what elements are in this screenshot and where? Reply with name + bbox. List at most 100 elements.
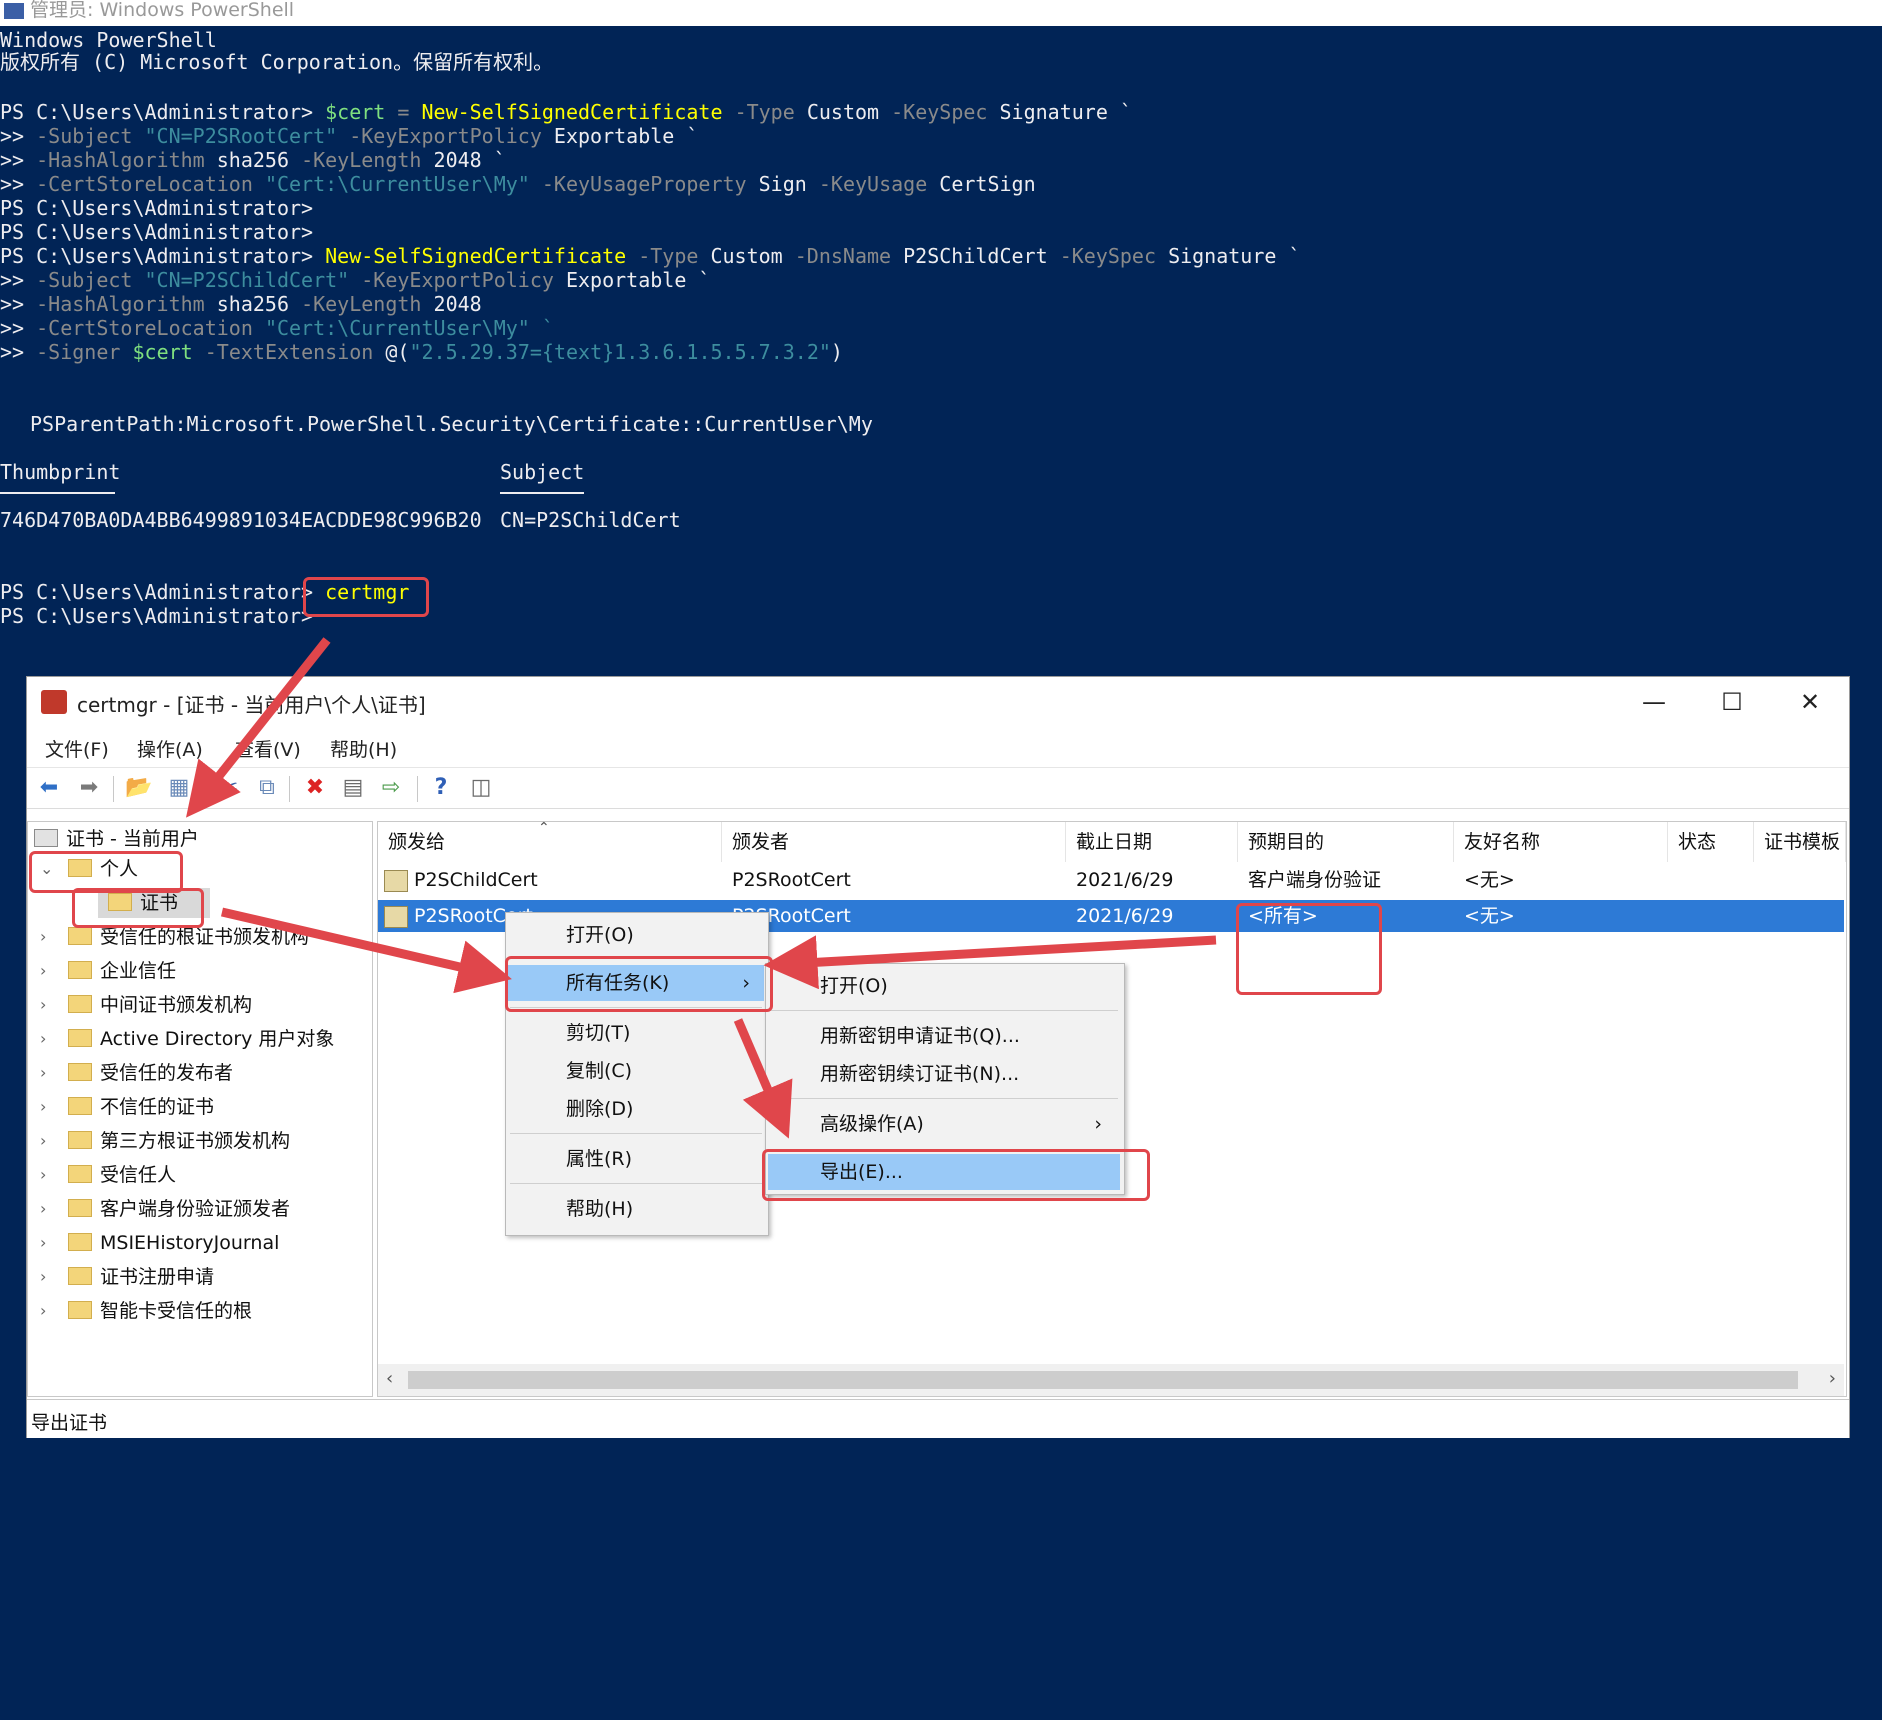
cell-friendly-name: <无>	[1464, 869, 1515, 891]
tree-item-trusted-publishers[interactable]: › 受信任的发布者	[40, 1058, 233, 1088]
submenu-item-request-new-key[interactable]: 用新密钥申请证书(Q)...	[768, 1018, 1120, 1054]
tree-item-label: 中间证书颁发机构	[100, 994, 253, 1016]
mmc-pane-icon[interactable]: ◫	[467, 774, 495, 802]
tree-item-label: 受信任的根证书颁发机构	[100, 926, 310, 948]
col-issued-to[interactable]: 颁发给	[378, 822, 722, 862]
tree-item-label: 企业信任	[100, 960, 177, 982]
menu-item-help[interactable]: 帮助(H)	[508, 1191, 764, 1227]
continuation-prompt: >>	[0, 316, 25, 340]
submenu-item-advanced[interactable]: 高级操作(A) ›	[768, 1106, 1120, 1142]
show-tree-icon[interactable]: ▦	[165, 774, 193, 802]
tree-item-third-party-root[interactable]: › 第三方根证书颁发机构	[40, 1126, 290, 1156]
chevron-right-icon[interactable]: ›	[40, 1262, 56, 1292]
menu-item-copy[interactable]: 复制(C)	[508, 1053, 764, 1089]
folder-icon	[68, 1301, 92, 1319]
chevron-right-icon[interactable]: ›	[40, 1126, 56, 1156]
menu-item-cut[interactable]: 剪切(T)	[508, 1015, 764, 1051]
chevron-right-icon[interactable]: ›	[40, 1228, 56, 1258]
chevron-right-icon[interactable]: ›	[40, 1296, 56, 1326]
scroll-right-icon[interactable]: ›	[1829, 1368, 1836, 1389]
forward-arrow-icon[interactable]: ➡	[75, 774, 103, 802]
tree-item-enterprise-trust[interactable]: › 企业信任	[40, 956, 176, 986]
cut-icon[interactable]: ✂	[215, 774, 243, 802]
copy-icon[interactable]: ⧉	[253, 774, 281, 802]
menu-view[interactable]: 查看(V)	[235, 735, 301, 762]
tree-item-untrusted[interactable]: › 不信任的证书	[40, 1092, 214, 1122]
tree-root[interactable]: 证书 - 当前用户	[34, 824, 199, 854]
param-token: -DnsName	[794, 244, 892, 268]
col-cert-template[interactable]: 证书模板	[1754, 822, 1846, 862]
col-status[interactable]: 状态	[1668, 822, 1754, 862]
value-token: 2048 `	[433, 148, 506, 172]
menu-item-delete[interactable]: 删除(D)	[508, 1091, 764, 1127]
console-line-cont: >> -HashAlgorithm sha256 -KeyLength 2048	[0, 292, 482, 316]
tree-item-intermediate-ca[interactable]: › 中间证书颁发机构	[40, 990, 252, 1020]
menu-file[interactable]: 文件(F)	[45, 735, 109, 762]
highlight-box-export	[762, 1149, 1150, 1201]
chevron-right-icon[interactable]: ›	[40, 1160, 56, 1190]
properties-icon[interactable]: ▤	[339, 774, 367, 802]
tree-item-label: Active Directory 用户对象	[100, 1028, 335, 1050]
table-row[interactable]: P2SChildCert P2SRootCert 2021/6/29 客户端身份…	[378, 864, 1844, 896]
chevron-right-icon[interactable]: ›	[40, 1058, 56, 1088]
toolbar: ⬅ ➡ 📂 ▦ ✂ ⧉ ✖ ▤ ⇨ ? ◫	[27, 767, 1849, 809]
continuation-prompt: >>	[0, 340, 25, 364]
chevron-right-icon[interactable]: ›	[40, 922, 56, 952]
param-token: -HashAlgorithm	[36, 292, 205, 316]
maximize-button[interactable]: ☐	[1709, 683, 1755, 721]
chevron-right-icon[interactable]: ›	[40, 956, 56, 986]
variable-token: $cert	[325, 100, 386, 124]
col-header-subject: Subject	[500, 460, 585, 484]
horizontal-scrollbar[interactable]: ‹ ›	[378, 1364, 1844, 1396]
help-icon[interactable]: ?	[427, 774, 455, 802]
chevron-right-icon[interactable]: ›	[40, 1194, 56, 1224]
up-folder-icon[interactable]: 📂	[125, 774, 153, 802]
col-expiration[interactable]: 截止日期	[1066, 822, 1238, 862]
menu-item-open[interactable]: 打开(O)	[508, 917, 764, 953]
folder-icon	[68, 1199, 92, 1217]
tree-item-label: 客户端身份验证颁发者	[100, 1198, 291, 1220]
scroll-left-icon[interactable]: ‹	[386, 1368, 393, 1389]
tree-item-client-auth-issuers[interactable]: › 客户端身份验证颁发者	[40, 1194, 290, 1224]
menu-separator	[770, 1098, 1118, 1099]
tree-item-ad-user-object[interactable]: › Active Directory 用户对象	[40, 1024, 334, 1054]
col-issued-by[interactable]: 颁发者	[722, 822, 1066, 862]
delete-icon[interactable]: ✖	[301, 774, 329, 802]
submenu-item-renew-new-key[interactable]: 用新密钥续订证书(N)...	[768, 1056, 1120, 1092]
powershell-titlebar: 管理员: Windows PowerShell	[0, 0, 1882, 26]
chevron-right-icon[interactable]: ›	[40, 1092, 56, 1122]
back-arrow-icon[interactable]: ⬅	[35, 774, 63, 802]
string-token: "CN=P2SRootCert"	[144, 124, 338, 148]
tree-item-trusted-people[interactable]: › 受信任人	[40, 1160, 176, 1190]
menu-action[interactable]: 操作(A)	[137, 735, 203, 762]
menubar: 文件(F) 操作(A) 查看(V) 帮助(H)	[27, 729, 1849, 765]
minimize-button[interactable]: —	[1631, 683, 1677, 721]
tree-item-enrollment-requests[interactable]: › 证书注册申请	[40, 1262, 214, 1292]
submenu-item-open[interactable]: 打开(O)	[768, 968, 1120, 1004]
col-friendly-name[interactable]: 友好名称	[1454, 822, 1668, 862]
folder-icon	[68, 1233, 92, 1251]
scrollbar-thumb[interactable]	[408, 1371, 1798, 1389]
continuation-prompt: >>	[0, 124, 25, 148]
value-token: Exportable `	[565, 268, 711, 292]
tree-item-msie-history[interactable]: › MSIEHistoryJournal	[40, 1228, 279, 1258]
console-header-line2: 版权所有 (C) Microsoft Corporation。保留所有权利。	[0, 50, 554, 74]
close-button[interactable]: ✕	[1787, 683, 1833, 721]
col-underline	[500, 492, 584, 494]
tree-item-smartcard-root[interactable]: › 智能卡受信任的根	[40, 1296, 252, 1326]
toolbar-separator	[417, 776, 418, 802]
export-list-icon[interactable]: ⇨	[377, 774, 405, 802]
menu-help[interactable]: 帮助(H)	[330, 735, 397, 762]
folder-icon	[68, 1267, 92, 1285]
console-line-cont: >> -Subject "CN=P2SRootCert" -KeyExportP…	[0, 124, 698, 148]
param-token: -Subject	[36, 268, 133, 292]
chevron-right-icon[interactable]: ›	[40, 1024, 56, 1054]
chevron-right-icon[interactable]: ›	[40, 990, 56, 1020]
param-token: -CertStoreLocation	[36, 172, 253, 196]
col-intended-purpose[interactable]: 预期目的	[1238, 822, 1454, 862]
operator-token: =	[397, 100, 410, 124]
highlight-box-certmgr	[303, 577, 429, 617]
cell-issued-by: P2SRootCert	[732, 869, 851, 891]
menu-item-properties[interactable]: 属性(R)	[508, 1141, 764, 1177]
cell-issued-to: P2SChildCert	[414, 869, 538, 891]
